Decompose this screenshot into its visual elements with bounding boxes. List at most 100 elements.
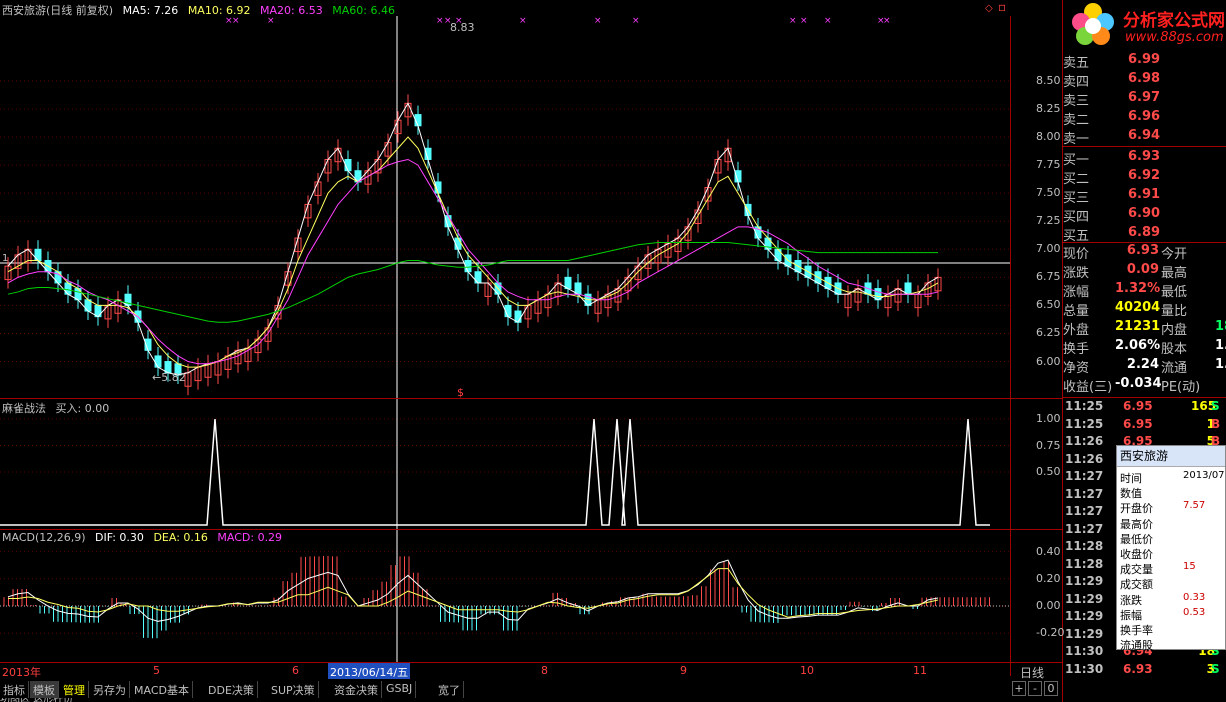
- order-book-price: 6.89: [1128, 225, 1161, 240]
- signal-marker-icon: ×: [883, 16, 891, 26]
- toolbar-button[interactable]: 另存为: [90, 681, 130, 698]
- peak-label: 8.83: [450, 21, 475, 34]
- quote-value: 1.32%: [1115, 281, 1161, 296]
- quote-label: 外盘: [1063, 323, 1090, 338]
- signal-marker-icon: ×: [594, 16, 602, 26]
- price-tick-label: 8.00: [1036, 130, 1061, 144]
- toolbar-button[interactable]: 指标: [0, 681, 29, 698]
- quote-label: 股本: [1161, 342, 1188, 357]
- toolbar-button[interactable]: SUP决策: [268, 681, 319, 698]
- order-book-row[interactable]: 卖四 6.98: [1063, 71, 1226, 90]
- order-book-row[interactable]: 卖三 6.97: [1063, 90, 1226, 109]
- order-book-row[interactable]: 卖一 6.94: [1063, 128, 1226, 147]
- order-book-label: 卖五: [1063, 56, 1090, 71]
- order-book-row[interactable]: 买一 6.93: [1063, 149, 1226, 168]
- signal-marker-icon: ×: [267, 16, 275, 26]
- tick-time: 11:27: [1065, 504, 1104, 518]
- popup-value: 15: [1183, 561, 1196, 573]
- order-book-row[interactable]: 卖五 6.99: [1063, 52, 1226, 71]
- signal-marker-icon: ×: [824, 16, 832, 26]
- quote-label: 现价: [1063, 247, 1090, 262]
- popup-label: 换手率: [1120, 624, 1153, 637]
- candle-body: [154, 355, 162, 368]
- order-book-row[interactable]: 买四 6.90: [1063, 206, 1226, 225]
- quote-value: 18: [1215, 319, 1226, 334]
- tick-side: S: [1211, 661, 1220, 676]
- toolbar-button[interactable]: 资金决策: [331, 681, 382, 698]
- tick-time: 11:30: [1065, 644, 1104, 658]
- tick-time: 11:27: [1065, 486, 1104, 501]
- tick-time: 11:30: [1065, 661, 1104, 676]
- zoom-button[interactable]: -: [1028, 681, 1042, 696]
- toolbar-button[interactable]: 模板: [30, 681, 59, 698]
- order-book-price: 6.94: [1128, 128, 1161, 143]
- popup-label: 最高价: [1120, 517, 1153, 531]
- price-tick-label: 7.00: [1036, 242, 1061, 256]
- tick-row: 11:25 6.95 1 B: [1063, 417, 1226, 434]
- quote-value: 2.24: [1126, 357, 1159, 372]
- order-book-divider: [1063, 146, 1226, 147]
- order-book-row[interactable]: 买三 6.91: [1063, 187, 1226, 206]
- order-book-row[interactable]: 卖二 6.96: [1063, 109, 1226, 128]
- order-book-row[interactable]: 买二 6.92: [1063, 168, 1226, 187]
- bottom-toolbar: 指标 模板 管理 另存为 MACD基本 DDE决策 SUP决策 资金决策 GSBJ 宽了: [0, 680, 1010, 698]
- quote-row: 总量 40204 量比: [1063, 300, 1226, 319]
- quote-value: 0.09: [1126, 262, 1159, 277]
- popup-label: 收盘价: [1120, 548, 1153, 561]
- popup-label: 最低价: [1120, 532, 1153, 546]
- logo-url: www.88gs.com: [1125, 30, 1224, 45]
- price-tick-label: 8.25: [1036, 101, 1061, 115]
- toolbar-button[interactable]: MACD基本: [131, 681, 193, 698]
- tick-time: 11:28: [1065, 539, 1104, 553]
- data-popup[interactable]: 西安旅游 时间 2013/07 数值 开盘价 7.57 最高价 最低价 收盘价 成交量 15 成交额…: [1116, 445, 1226, 652]
- order-book-label: 卖四: [1063, 75, 1090, 90]
- zoom-button[interactable]: +: [1012, 681, 1026, 696]
- order-book-price: 6.96: [1128, 109, 1161, 124]
- order-book-label: 卖二: [1063, 113, 1090, 128]
- diamond-icon[interactable]: ◇: [985, 3, 993, 14]
- quote-row: 涨幅 1.32% 最低: [1063, 281, 1226, 300]
- period-label[interactable]: 日线: [1020, 664, 1044, 681]
- tick-price: 6.93: [1123, 661, 1153, 676]
- price-tick-label: 6.50: [1036, 298, 1061, 312]
- price-axis: 8.50 8.25 8.00 7.75 7.50 7.25 7.00 6.75 6.50 6.25…: [1036, 16, 1062, 398]
- indicator-chart[interactable]: [0, 399, 1010, 529]
- arrow-up-icon[interactable]: ▫: [998, 0, 1006, 14]
- indicator-tick-label: 1.00: [1036, 412, 1061, 425]
- order-book-price: 6.98: [1128, 71, 1161, 86]
- quote-row: 换手 2.06%股本 1.9: [1063, 338, 1226, 357]
- zoom-controls: + -0: [1012, 681, 1062, 697]
- quote-value: 1.9: [1215, 338, 1226, 353]
- tick-side: B: [1211, 416, 1221, 431]
- quote-label: 净资: [1063, 361, 1090, 376]
- price-tick-label: 7.75: [1036, 158, 1061, 172]
- popup-label: 成交量: [1120, 563, 1153, 577]
- dollar-marker-icon: $: [457, 386, 464, 398]
- price-tick-label: 7.50: [1036, 186, 1061, 200]
- macd-chart[interactable]: [0, 530, 1010, 662]
- toolbar-button[interactable]: DDE决策: [205, 681, 258, 698]
- indicator-axis: 1.00 0.75 0.50: [1036, 399, 1062, 529]
- quote-row: 外盘 21231内盘 18: [1063, 319, 1226, 338]
- zoom-button[interactable]: 0: [1044, 681, 1058, 696]
- tick-row: 11:25 6.95 165 S: [1063, 399, 1226, 416]
- quote-label: 涨跌: [1063, 266, 1090, 281]
- price-tick-label: 6.00: [1036, 354, 1061, 368]
- order-book-price: 6.92: [1128, 168, 1161, 183]
- toolbar-button[interactable]: 管理: [60, 681, 89, 698]
- date-label: 11: [913, 664, 927, 677]
- price-tick-label: 6.25: [1036, 326, 1061, 340]
- order-book-price: 6.93: [1128, 149, 1161, 164]
- tick-time: 11:29: [1065, 626, 1104, 641]
- popup-label: 时间: [1120, 472, 1142, 485]
- quote-label: 量比: [1161, 304, 1188, 319]
- toolbar-button[interactable]: GSBJ: [383, 681, 417, 698]
- order-book-price: 6.97: [1128, 90, 1161, 105]
- ticks-divider: [1063, 397, 1226, 398]
- toolbar-button[interactable]: 宽了: [435, 681, 464, 698]
- popup-label: 振幅: [1120, 608, 1142, 622]
- order-book-label: 买二: [1063, 172, 1090, 187]
- date-axis: 2013年 5 6 8 9 10 11: [0, 663, 1010, 679]
- candlestick-chart[interactable]: × × × × × × × × × × × × ××8.83←5.82$1: [0, 16, 1010, 398]
- quote-row: 净资 2.24流通 1.9: [1063, 357, 1226, 376]
